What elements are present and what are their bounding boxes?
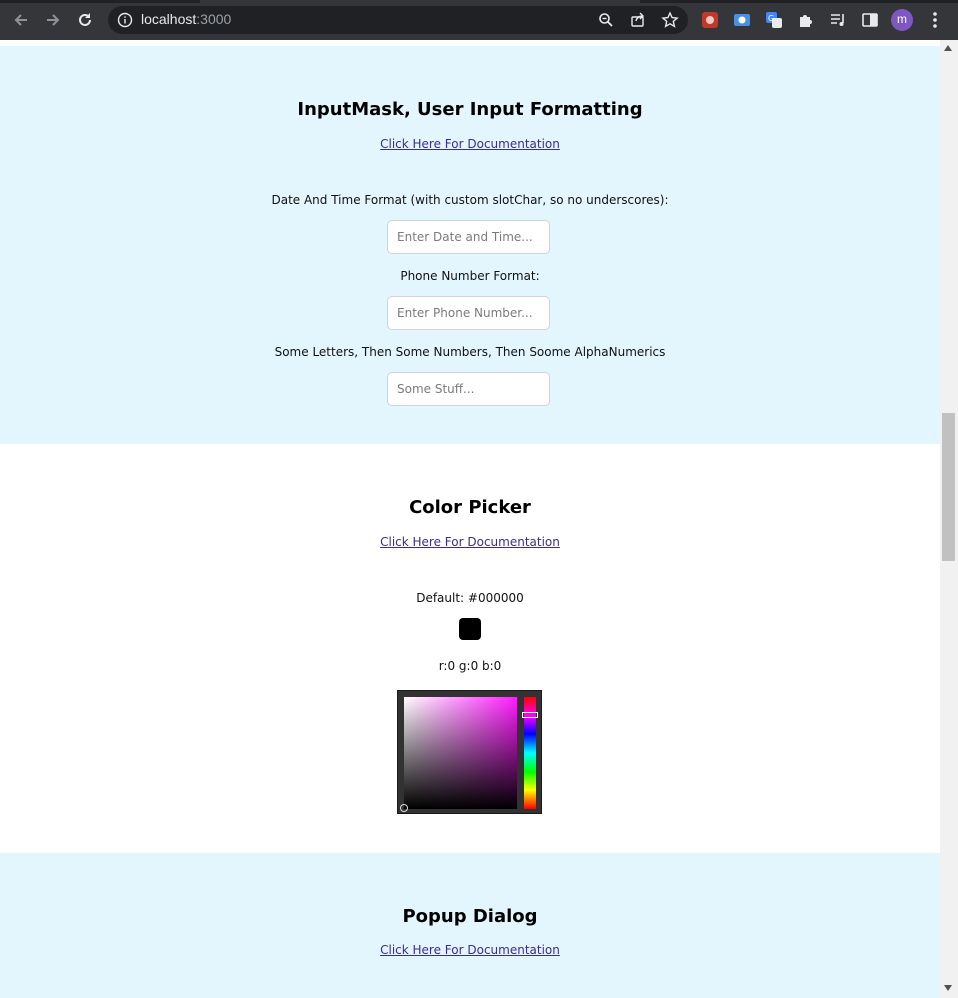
zoom-icon[interactable] (597, 11, 615, 29)
reload-icon (79, 13, 91, 26)
alphanumeric-label: Some Letters, Then Some Numbers, Then So… (274, 345, 666, 359)
color-picker-title: Color Picker (409, 497, 531, 518)
color-picker-doc-link[interactable]: Click Here For Documentation (380, 535, 560, 549)
arrow-left-icon (14, 14, 27, 26)
url-text: localhost:3000 (141, 11, 231, 27)
date-time-label: Date And Time Format (with custom slotCh… (271, 193, 669, 207)
menu-kebab-icon[interactable] (925, 10, 945, 30)
profile-avatar[interactable]: m (891, 9, 913, 31)
phone-number-label: Phone Number Format: (400, 269, 540, 283)
side-panel-icon[interactable] (860, 10, 880, 30)
arrow-right-icon (47, 14, 60, 26)
color-picker-panel (397, 690, 542, 814)
active-tab-edge (200, 0, 640, 3)
phone-number-input[interactable] (387, 296, 550, 330)
page-scrollbar[interactable] (940, 40, 958, 998)
back-button[interactable] (9, 8, 33, 32)
rgb-value-label: r:0 g:0 b:0 (438, 659, 502, 673)
saturation-area[interactable] (404, 697, 517, 809)
saturation-handle[interactable] (400, 804, 408, 812)
popup-dialog-doc-link[interactable]: Click Here For Documentation (380, 943, 560, 957)
extension-screen-icon[interactable] (732, 10, 752, 30)
forward-button[interactable] (41, 8, 65, 32)
popup-dialog-title: Popup Dialog (402, 906, 538, 927)
scroll-down-arrow-icon[interactable] (944, 985, 952, 991)
input-mask-doc-link-wrap: Click Here For Documentation (0, 137, 940, 151)
color-picker-section: Color Picker Click Here For Documentatio… (0, 444, 940, 853)
extension-translate-icon[interactable]: G (764, 10, 784, 30)
color-picker-doc-link-wrap: Click Here For Documentation (0, 535, 940, 549)
media-playlist-icon[interactable] (828, 10, 848, 30)
page-viewport: InputMask, User Input Formatting Click H… (0, 40, 940, 998)
popup-dialog-doc-link-wrap: Click Here For Documentation (0, 943, 940, 957)
address-bar[interactable]: localhost:3000 (108, 6, 688, 34)
browser-toolbar: localhost:3000 G m (0, 0, 958, 40)
input-mask-section: InputMask, User Input Formatting Click H… (0, 46, 940, 444)
reload-button[interactable] (73, 8, 97, 32)
date-time-input[interactable] (387, 220, 550, 254)
scroll-up-arrow-icon[interactable] (944, 45, 952, 51)
scrollbar-thumb[interactable] (942, 413, 955, 561)
color-swatch-button[interactable] (459, 618, 481, 640)
alphanumeric-input[interactable] (387, 372, 550, 406)
color-default-label: Default: #000000 (416, 591, 524, 605)
url-port: :3000 (196, 11, 232, 27)
input-mask-doc-link[interactable]: Click Here For Documentation (380, 137, 560, 151)
star-icon[interactable] (661, 11, 679, 29)
share-icon[interactable] (629, 11, 647, 29)
extension-red-icon[interactable] (700, 10, 720, 30)
input-mask-title: InputMask, User Input Formatting (297, 99, 643, 120)
extensions-puzzle-icon[interactable] (796, 10, 816, 30)
hue-slider-handle[interactable] (522, 712, 538, 718)
url-host: localhost (141, 11, 197, 27)
svg-text:G: G (768, 14, 774, 23)
popup-dialog-section: Popup Dialog Click Here For Documentatio… (0, 853, 940, 998)
info-icon[interactable] (117, 12, 133, 28)
